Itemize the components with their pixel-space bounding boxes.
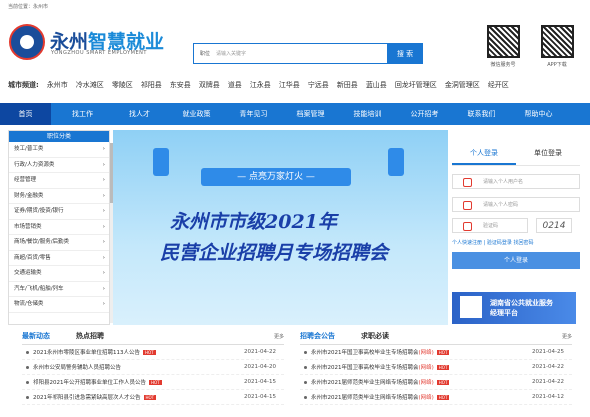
- main-nav: 首页 找工作 找人才 就业政策 青年见习 档案管理 技能培训 公开招考 联系我们…: [0, 103, 590, 125]
- password-input[interactable]: 请输入个人密码: [452, 197, 580, 212]
- bulb-icon: [153, 148, 169, 176]
- chevron-right-icon: ›: [102, 208, 105, 214]
- list-item[interactable]: 永州市公安局警务辅助人员招聘公告 2021-04-20: [22, 360, 284, 375]
- city-channels: 城市频道: 永州市 冷水滩区 零陵区 祁阳县 东安县 双牌县 道县 江永县 江华…: [8, 80, 517, 90]
- city-link[interactable]: 祁阳县: [141, 80, 162, 90]
- list-item[interactable]: 永州市2021届师范类毕业生网络专场招聘会 (网络) HOT 2021-04-22: [300, 375, 572, 390]
- city-link[interactable]: 双牌县: [199, 80, 220, 90]
- chevron-right-icon: ›: [102, 146, 105, 152]
- category-item[interactable]: 交通运输类 ›: [9, 266, 109, 282]
- city-link[interactable]: 回龙圩管理区: [395, 80, 437, 90]
- city-link[interactable]: 零陵区: [112, 80, 133, 90]
- chevron-right-icon: ›: [102, 285, 105, 292]
- news-more-link[interactable]: 更多: [274, 333, 284, 340]
- category-item[interactable]: 财务/金融类 ›: [9, 189, 109, 204]
- wechat-qr-label: 微信服务号: [490, 62, 516, 68]
- banner-title-line2: 民营企业招聘月专场招聘会: [160, 242, 389, 264]
- tab-job-fair-notice[interactable]: 招聘会公告: [300, 331, 335, 341]
- nav-find-job[interactable]: 找工作: [57, 103, 108, 125]
- list-item[interactable]: 祁阳县2021年公开招聘事业单位工作人员公告 HOT 2021-04-15: [22, 375, 284, 390]
- city-link[interactable]: 金洞管理区: [445, 80, 480, 90]
- hero-banner[interactable]: — 点亮万家灯火 — 永州市市级2021年 民营企业招聘月专场招聘会: [113, 130, 448, 325]
- job-category-sidebar: 职位分类 技工/普工类 › 行政/人力资源类 › 经营管理 › 财务/金融类 › 证券/…: [8, 130, 115, 325]
- login-tabs: 个人登录 单位登录: [452, 148, 580, 166]
- login-links[interactable]: 个人快速注册 | 验证码登录 找回密码: [452, 239, 580, 246]
- nav-training[interactable]: 技能培训: [342, 103, 393, 125]
- sidebar-title: 职位分类: [9, 131, 109, 142]
- chevron-right-icon: ›: [102, 223, 105, 230]
- tab-job-guide[interactable]: 求职必读: [361, 331, 389, 341]
- app-qr-icon: [541, 25, 574, 58]
- login-button[interactable]: 个人登录: [452, 252, 580, 269]
- city-link[interactable]: 道县: [228, 80, 242, 90]
- category-item[interactable]: 商场/餐饮/服务/后勤类 ›: [9, 235, 109, 251]
- category-item[interactable]: 技工/普工类 ›: [9, 142, 109, 158]
- city-link[interactable]: 经开区: [488, 80, 509, 90]
- nav-exam[interactable]: 公开招考: [399, 103, 450, 125]
- category-item[interactable]: 物流/仓储类 ›: [9, 297, 109, 313]
- app-qr-label: APP下载: [547, 62, 567, 68]
- city-link[interactable]: 江华县: [279, 80, 300, 90]
- nav-home[interactable]: 首页: [0, 103, 51, 125]
- city-link[interactable]: 蓝山县: [366, 80, 387, 90]
- city-link[interactable]: 东安县: [170, 80, 191, 90]
- chevron-right-icon: ›: [102, 177, 105, 183]
- list-item[interactable]: 永州市2021年国卫事高校毕业生专场招聘会 (网络) HOT 2021-04-22: [300, 360, 572, 375]
- wechat-qr-icon: [487, 25, 520, 58]
- city-link[interactable]: 宁远县: [308, 80, 329, 90]
- list-item[interactable]: 2021年祁阳县引进急需紧缺高层次人才公告 HOT 2021-04-15: [22, 390, 284, 405]
- promo-line2: 经理平台: [490, 309, 518, 317]
- username-input[interactable]: 请输入个人用户名: [452, 174, 580, 189]
- tab-personal-login[interactable]: 个人登录: [452, 148, 516, 165]
- city-link[interactable]: 永州市: [47, 80, 68, 90]
- nav-archives[interactable]: 档案管理: [285, 103, 336, 125]
- chevron-right-icon: ›: [102, 254, 105, 261]
- category-item[interactable]: 汽车/飞机/船舶/列车 ›: [9, 282, 109, 297]
- login-panel: 个人登录 单位登录 请输入个人用户名 请输入个人密码 验证码 0214 个人快速…: [452, 148, 580, 269]
- tab-latest-news[interactable]: 最新动态: [22, 331, 50, 341]
- city-link[interactable]: 新田县: [337, 80, 358, 90]
- tab-hot-jobs[interactable]: 热点招聘: [76, 331, 104, 341]
- city-link[interactable]: 江永县: [250, 80, 271, 90]
- chevron-right-icon: ›: [102, 301, 105, 307]
- nav-policy[interactable]: 就业政策: [171, 103, 222, 125]
- banner-slogan: — 点亮万家灯火 —: [201, 168, 351, 186]
- nav-contact[interactable]: 联系我们: [456, 103, 507, 125]
- city-link[interactable]: 冷水滩区: [76, 80, 104, 90]
- promo-line1: 湖南省公共就业服务: [490, 299, 553, 307]
- category-item[interactable]: 经营管理 ›: [9, 173, 109, 189]
- category-item[interactable]: 行政/人力资源类 ›: [9, 158, 109, 173]
- nav-help[interactable]: 帮助中心: [513, 103, 564, 125]
- list-item[interactable]: 永州市2021届师范类毕业生网络专场招聘会 (网络) HOT 2021-04-12: [300, 390, 572, 405]
- site-logo[interactable]: [9, 24, 45, 60]
- captcha-image[interactable]: 0214: [536, 218, 572, 233]
- category-item[interactable]: 证券/期货/投资/银行 ›: [9, 204, 109, 220]
- search-input[interactable]: 请输入关键字: [216, 50, 246, 57]
- category-item[interactable]: 市场营销类 ›: [9, 220, 109, 235]
- bulb-icon: [388, 148, 404, 176]
- city-channels-label: 城市频道:: [8, 81, 39, 89]
- banner-title-line1: 永州市市级2021年: [170, 211, 337, 233]
- header: 永州智慧就业 YONGZHOU SMART EMPLOYMENT 职位 请输入关…: [0, 12, 590, 68]
- recruit-more-link[interactable]: 更多: [562, 333, 572, 340]
- search-position-label[interactable]: 职位: [194, 50, 216, 57]
- breadcrumb: 当前位置：永州市: [8, 4, 49, 10]
- list-item[interactable]: 永州市2021年国卫事高校毕业生专场招聘会 (网络) HOT 2021-04-25: [300, 345, 572, 360]
- brand-subtitle: YONGZHOU SMART EMPLOYMENT: [51, 50, 147, 56]
- nav-internship[interactable]: 青年见习: [228, 103, 279, 125]
- chevron-right-icon: ›: [102, 239, 105, 245]
- news-panel: 最新动态 热点招聘 更多 2021永州市零陵区事业单位招聘113人公告 HOT 20…: [22, 328, 284, 405]
- promo-logo-icon: [460, 296, 482, 318]
- chevron-right-icon: ›: [102, 192, 105, 199]
- recruit-panel: 招聘会公告 求职必读 更多 永州市2021年国卫事高校毕业生专场招聘会 (网络) H…: [300, 328, 572, 405]
- chevron-right-icon: ›: [102, 270, 105, 276]
- list-item[interactable]: 2021永州市零陵区事业单位招聘113人公告 HOT 2021-04-22: [22, 345, 284, 360]
- search-button[interactable]: 搜 索: [387, 43, 423, 64]
- captcha-input[interactable]: 验证码: [452, 218, 528, 233]
- nav-find-talent[interactable]: 找人才: [114, 103, 165, 125]
- category-item[interactable]: 商超/百货/零售 ›: [9, 251, 109, 266]
- tab-company-login[interactable]: 单位登录: [516, 148, 580, 165]
- chevron-right-icon: ›: [102, 161, 105, 168]
